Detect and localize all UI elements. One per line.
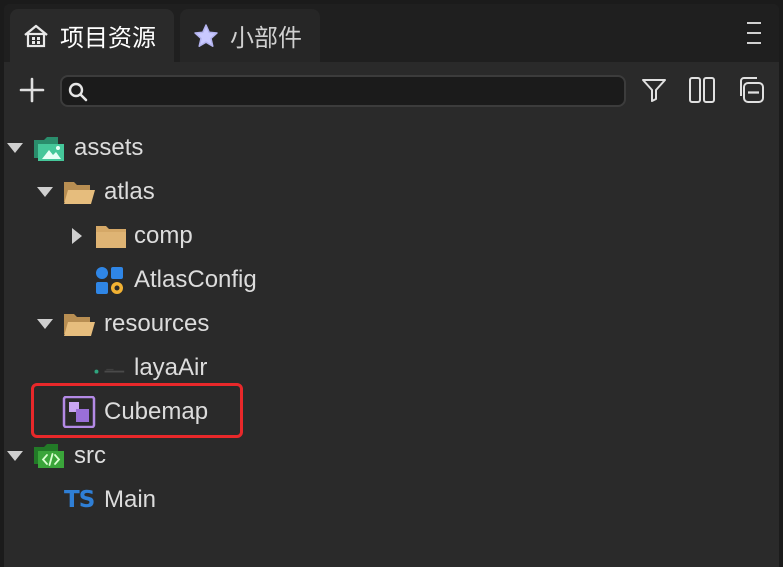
add-button[interactable] <box>16 74 48 106</box>
tab-project-assets[interactable]: 项目资源 <box>10 9 174 62</box>
tree-item-label: src <box>74 442 106 469</box>
tab-label: 项目资源 <box>60 25 156 52</box>
src-folder-icon <box>34 444 64 468</box>
tree-item-label: Main <box>104 486 157 513</box>
tree-item-label: comp <box>134 222 193 249</box>
search-box[interactable] <box>60 75 626 107</box>
folder-open-icon <box>64 314 95 336</box>
search-icon <box>68 82 88 102</box>
collapse-all-icon <box>740 77 764 103</box>
typescript-icon: TS <box>64 487 95 513</box>
collapse-all-button[interactable] <box>734 74 766 106</box>
tree-item-label: atlas <box>104 178 155 205</box>
filter-icon <box>642 79 666 102</box>
expand-arrow-down-icon[interactable] <box>6 139 24 157</box>
expand-arrow-down-icon[interactable] <box>36 315 54 333</box>
expand-arrow-down-icon[interactable] <box>36 183 54 201</box>
assets-folder-icon <box>34 137 64 161</box>
expand-arrow-down-icon[interactable] <box>6 447 24 465</box>
tree-item-atlas[interactable]: atlas <box>4 170 779 214</box>
tree-item-comp[interactable]: comp <box>4 214 779 258</box>
star-icon <box>192 22 220 50</box>
folder-icon <box>96 226 126 248</box>
tree-item-src[interactable]: src <box>4 434 779 478</box>
tree-item-label: assets <box>74 134 144 161</box>
tree-item-main[interactable]: TS Main <box>4 478 779 522</box>
expand-arrow-right-icon[interactable] <box>68 227 86 245</box>
project-assets-panel: 项目资源 小部件 assets atlas comp AtlasConfig r… <box>4 4 779 567</box>
search-input[interactable] <box>96 79 620 105</box>
atlas-config-icon <box>96 267 123 294</box>
home-icon <box>22 22 50 50</box>
tree-item-label: AtlasConfig <box>134 266 257 293</box>
tree-item-atlasconfig[interactable]: AtlasConfig <box>4 258 779 302</box>
tree-item-label: layaAir <box>134 354 208 381</box>
tree-item-assets[interactable]: assets <box>4 126 779 170</box>
menu-icon <box>747 22 761 24</box>
tab-bar: 项目资源 小部件 <box>4 4 779 62</box>
toolbar <box>4 62 779 118</box>
tab-label: 小部件 <box>230 25 302 52</box>
folder-open-icon <box>64 182 95 204</box>
columns-icon <box>689 77 715 103</box>
filter-button[interactable] <box>638 74 670 106</box>
tree-item-resources[interactable]: resources <box>4 302 779 346</box>
tab-widgets[interactable]: 小部件 <box>180 9 320 62</box>
highlight-box <box>31 383 243 438</box>
plus-icon <box>19 77 45 103</box>
split-view-button[interactable] <box>686 74 718 106</box>
image-thumbnail-icon <box>94 368 125 374</box>
tree-item-label: resources <box>104 310 210 337</box>
panel-menu-button[interactable] <box>743 22 765 44</box>
